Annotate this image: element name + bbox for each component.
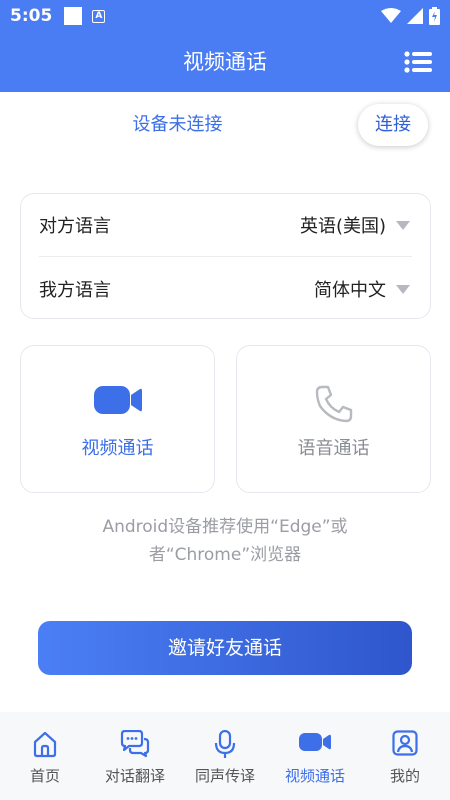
chat-bubbles-icon — [120, 730, 150, 758]
dropdown-triangle-icon — [396, 220, 410, 230]
video-camera-icon — [93, 386, 142, 414]
voice-call-label: 语音通话 — [297, 438, 370, 459]
nav-label: 我的 — [389, 767, 420, 785]
status-time: 5:05 — [10, 6, 53, 26]
my-language-selector[interactable]: 我方语言 简体中文 — [21, 258, 430, 320]
nav-label: 同声传译 — [194, 767, 255, 785]
nav-item-dialogue-translate[interactable]: 对话翻译 — [90, 712, 180, 800]
font-a-icon: A — [92, 9, 106, 23]
profile-icon — [392, 730, 418, 756]
nav-item-simultaneous-interpretation[interactable]: 同声传译 — [180, 712, 270, 800]
nav-label: 视频通话 — [284, 767, 345, 785]
bottom-nav: 首页 对话翻译 同声传译 视频通话 我的 — [0, 712, 450, 800]
invite-friend-button[interactable]: 邀请好友通话 — [38, 621, 412, 675]
my-language-value: 简体中文 — [314, 280, 386, 301]
divider — [39, 256, 412, 257]
signal-icon — [407, 8, 423, 24]
video-call-label: 视频通话 — [81, 438, 154, 459]
my-language-label: 我方语言 — [39, 280, 111, 301]
peer-language-value: 英语(美国) — [299, 216, 386, 237]
browser-hint-line1: Android设备推荐使用“Edge”或 — [102, 517, 348, 537]
language-card: 对方语言 英语(美国) 我方语言 简体中文 — [20, 193, 431, 319]
phone-icon — [315, 385, 352, 423]
app-header: 视频通话 — [0, 32, 450, 92]
video-call-card[interactable]: 视频通话 — [20, 345, 215, 493]
nav-label: 首页 — [29, 767, 60, 785]
battery-icon — [429, 7, 440, 25]
wifi-icon — [381, 8, 401, 23]
voice-call-card[interactable]: 语音通话 — [236, 345, 431, 493]
page-title: 视频通话 — [183, 50, 267, 74]
home-icon — [33, 731, 57, 758]
connect-button[interactable]: 连接 — [358, 104, 428, 146]
dropdown-triangle-icon — [396, 284, 410, 294]
nav-item-video-call[interactable]: 视频通话 — [270, 712, 360, 800]
browser-hint-line2: 者“Chrome”浏览器 — [148, 545, 302, 565]
square-notification-icon — [64, 7, 83, 25]
peer-language-selector[interactable]: 对方语言 英语(美国) — [21, 194, 430, 256]
device-connection-status: 设备未连接 — [132, 114, 223, 135]
nav-item-profile[interactable]: 我的 — [360, 712, 450, 800]
peer-language-label: 对方语言 — [39, 216, 111, 237]
video-camera-icon — [299, 733, 331, 751]
browser-hint: Android设备推荐使用“Edge”或 者“Chrome”浏览器 — [40, 513, 410, 569]
nav-item-home[interactable]: 首页 — [0, 712, 90, 800]
microphone-icon — [214, 730, 236, 758]
nav-label: 对话翻译 — [104, 767, 165, 785]
menu-list-icon[interactable] — [404, 51, 432, 73]
status-bar: 5:05 A — [0, 0, 450, 32]
